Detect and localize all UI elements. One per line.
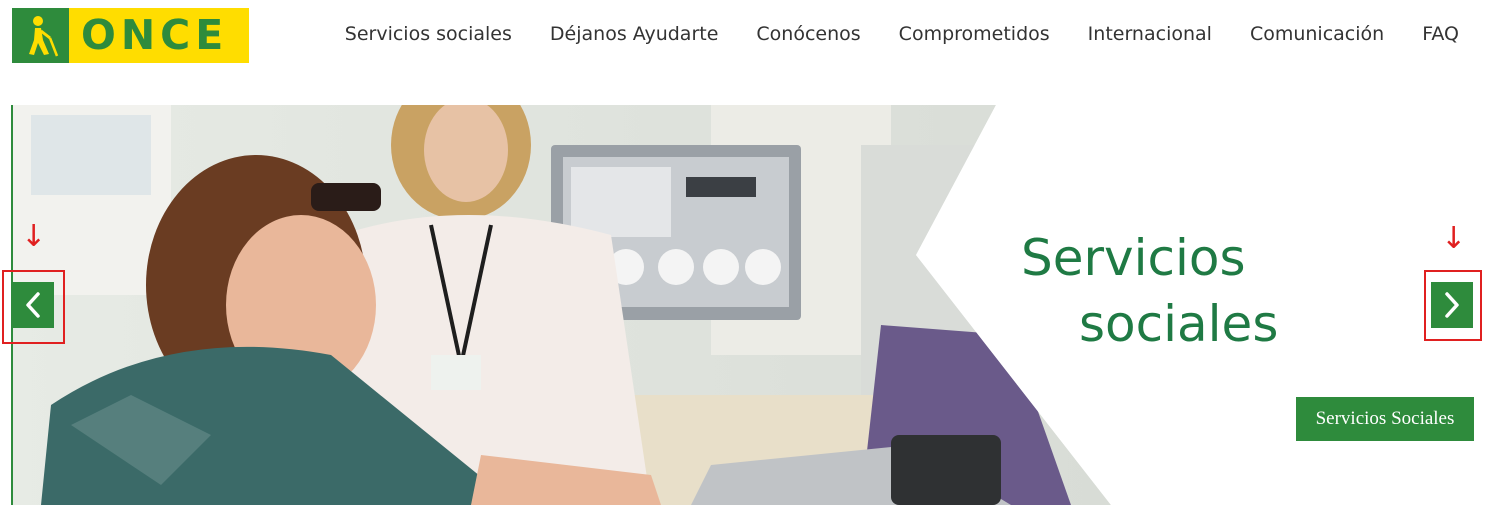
nav-comunicacion[interactable]: Comunicación	[1250, 20, 1384, 48]
nav-conocenos[interactable]: Conócenos	[756, 20, 860, 48]
once-logo[interactable]: ONCE	[12, 8, 249, 63]
nav-servicios-sociales[interactable]: Servicios sociales	[345, 20, 512, 48]
nav-faq[interactable]: FAQ	[1422, 20, 1459, 48]
main-nav: Servicios sociales Déjanos Ayudarte Conó…	[307, 20, 1459, 48]
nav-dejanos-ayudarte[interactable]: Déjanos Ayudarte	[550, 20, 719, 48]
nav-comprometidos[interactable]: Comprometidos	[899, 20, 1050, 48]
logo-wordmark: ONCE	[81, 11, 229, 59]
annotation-down-arrow-right: ↓	[1441, 221, 1467, 256]
site-header: ONCE Servicios sociales Déjanos Ayudarte…	[0, 0, 1489, 105]
hero-slider: Servicios sociales	[11, 105, 1489, 505]
hero-photo	[11, 105, 1121, 505]
hero-title: Servicios sociales	[1021, 225, 1321, 357]
nav-internacional[interactable]: Internacional	[1088, 20, 1212, 48]
annotation-box-next	[1424, 270, 1482, 341]
annotation-down-arrow-left: ↓	[21, 219, 47, 254]
hero-title-line2: sociales	[1079, 295, 1279, 353]
annotation-box-prev	[2, 270, 65, 344]
hero-title-line1: Servicios	[1021, 229, 1246, 287]
servicios-sociales-button[interactable]: Servicios Sociales	[1296, 397, 1474, 441]
blind-person-cane-icon	[12, 8, 69, 63]
